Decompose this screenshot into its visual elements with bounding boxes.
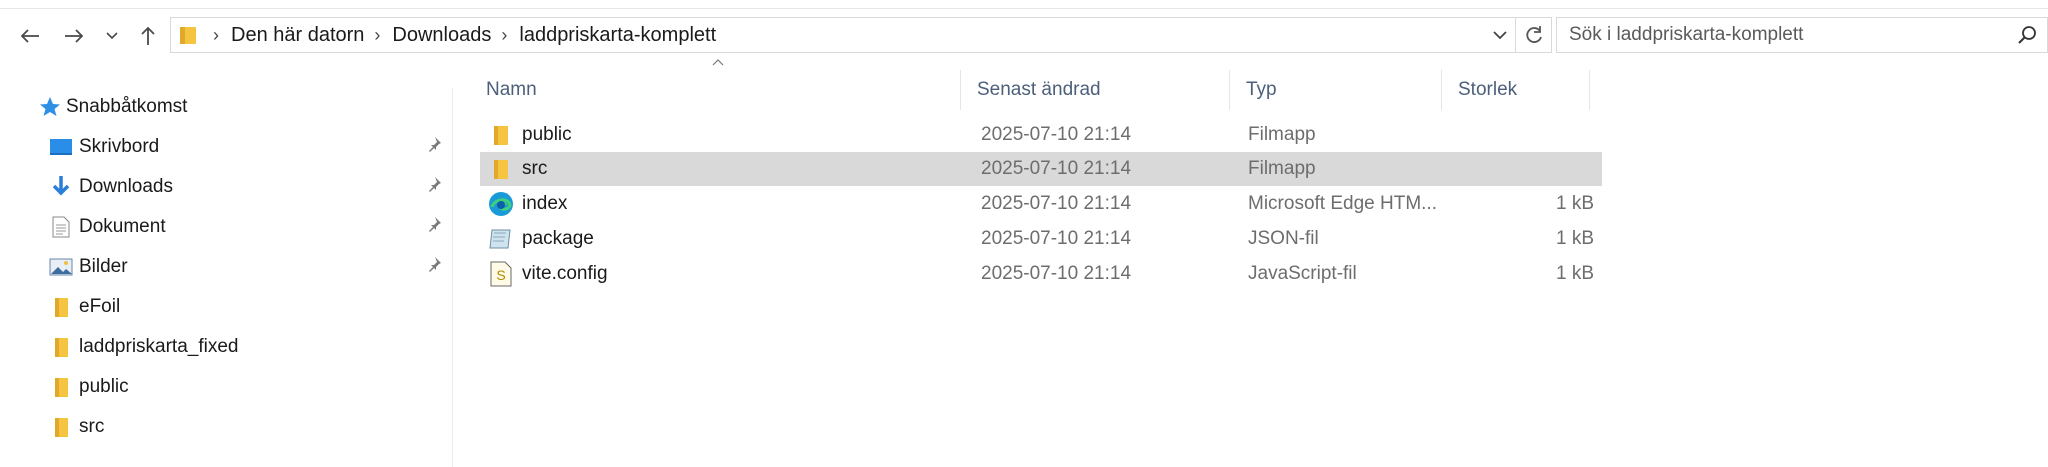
file-date: 2025-07-10 21:14	[981, 124, 1132, 145]
folder-icon	[488, 122, 514, 148]
file-row[interactable]: src 2025-07-10 21:14 Filmapp	[480, 152, 1602, 186]
pictures-icon	[49, 255, 73, 279]
file-name: vite.config	[522, 263, 608, 284]
folder-icon	[180, 27, 196, 44]
breadcrumb-item[interactable]: laddpriskarta-komplett	[519, 24, 716, 47]
chevron-down-icon	[1493, 30, 1507, 39]
sidebar-item-label: Skrivbord	[79, 136, 160, 157]
arrow-up-icon	[141, 26, 155, 45]
file-type: Filmapp	[1248, 158, 1316, 179]
file-type: Filmapp	[1248, 124, 1316, 145]
column-header-type[interactable]: Typ	[1230, 70, 1442, 110]
chevron-right-icon: ›	[501, 24, 508, 45]
search-box[interactable]	[1556, 17, 2048, 53]
column-headers: Namn Senast ändrad Typ Storlek	[470, 59, 1602, 110]
folder-icon	[49, 295, 73, 319]
edge-icon	[488, 191, 514, 217]
file-name: index	[522, 193, 568, 214]
file-name: package	[522, 228, 594, 249]
desktop-icon	[49, 135, 73, 159]
address-dropdown-button[interactable]	[1485, 30, 1515, 40]
window-top-border	[0, 0, 2048, 9]
sidebar-item-label: Snabbåtkomst	[66, 96, 188, 117]
column-header-label: Senast ändrad	[977, 79, 1101, 100]
refresh-icon	[1525, 26, 1542, 43]
up-button[interactable]	[134, 20, 162, 52]
address-bar[interactable]: › Den här datorn › Downloads › laddprisk…	[170, 17, 1516, 53]
forward-button[interactable]	[58, 20, 90, 52]
file-date: 2025-07-10 21:14	[981, 263, 1132, 284]
sidebar-item-label: eFoil	[79, 296, 121, 317]
sidebar-item-src[interactable]: src	[0, 408, 452, 446]
pin-icon[interactable]	[426, 216, 442, 238]
search-input[interactable]	[1557, 17, 2007, 53]
sidebar-item-desktop[interactable]: Skrivbord	[0, 128, 452, 166]
folder-icon	[49, 415, 73, 439]
document-icon	[49, 215, 73, 239]
file-row[interactable]: S vite.config 2025-07-10 21:14 JavaScrip…	[480, 257, 1602, 291]
back-button[interactable]	[14, 20, 46, 52]
sidebar-item-downloads[interactable]: Downloads	[0, 168, 452, 206]
column-header-label: Storlek	[1458, 79, 1518, 100]
file-size: 1 kB	[1555, 228, 1594, 249]
sidebar-item-documents[interactable]: Dokument	[0, 208, 452, 246]
file-size: 1 kB	[1555, 193, 1594, 214]
chevron-down-icon	[106, 32, 118, 40]
column-header-date[interactable]: Senast ändrad	[961, 70, 1230, 110]
arrow-right-icon	[65, 29, 84, 43]
chevron-right-icon: ›	[213, 24, 219, 45]
sidebar-item-label: Dokument	[79, 216, 166, 237]
breadcrumb-item[interactable]: Downloads	[392, 24, 491, 47]
sidebar-item-laddpriskarta-fixed[interactable]: laddpriskarta_fixed	[0, 328, 452, 366]
refresh-button[interactable]	[1516, 17, 1552, 53]
pin-icon[interactable]	[426, 176, 442, 198]
arrow-left-icon	[20, 29, 39, 43]
sidebar-item-efoil[interactable]: eFoil	[0, 288, 452, 326]
file-row[interactable]: package 2025-07-10 21:14 JSON-fil 1 kB	[480, 222, 1602, 256]
sort-ascending-icon	[712, 59, 724, 66]
sidebar-item-label: Bilder	[79, 256, 128, 277]
sidebar-item-quick-access[interactable]: Snabbåtkomst	[0, 88, 452, 126]
navigation-bar: › Den här datorn › Downloads › laddprisk…	[0, 14, 2048, 58]
column-header-size[interactable]: Storlek	[1442, 70, 1590, 110]
file-name: public	[522, 124, 572, 145]
file-row[interactable]: index 2025-07-10 21:14 Microsoft Edge HT…	[480, 187, 1602, 221]
file-type: Microsoft Edge HTM...	[1248, 193, 1437, 214]
file-type: JavaScript-fil	[1248, 263, 1357, 284]
js-file-icon: S	[488, 261, 514, 287]
file-date: 2025-07-10 21:14	[981, 228, 1132, 249]
search-icon	[2007, 25, 2047, 45]
file-type: JSON-fil	[1248, 228, 1319, 249]
sidebar-item-label: laddpriskarta_fixed	[79, 336, 239, 357]
pin-icon[interactable]	[426, 136, 442, 158]
file-row[interactable]: public 2025-07-10 21:14 Filmapp	[480, 118, 1602, 152]
sidebar-item-label: public	[79, 376, 129, 397]
sidebar-item-public[interactable]: public	[0, 368, 452, 406]
folder-icon	[49, 375, 73, 399]
sidebar-item-label: src	[79, 416, 105, 437]
download-icon	[49, 175, 73, 199]
file-date: 2025-07-10 21:14	[981, 158, 1132, 179]
sidebar-item-pictures[interactable]: Bilder	[0, 248, 452, 286]
file-size: 1 kB	[1555, 263, 1594, 284]
folder-icon	[49, 335, 73, 359]
svg-text:S: S	[496, 267, 505, 283]
folder-icon	[488, 156, 514, 182]
column-header-name[interactable]: Namn	[470, 70, 961, 110]
file-name: src	[522, 158, 548, 179]
file-date: 2025-07-10 21:14	[981, 193, 1132, 214]
sidebar-item-label: Downloads	[79, 176, 173, 197]
chevron-right-icon: ›	[374, 24, 381, 45]
breadcrumb: › Den här datorn › Downloads › laddprisk…	[171, 18, 716, 52]
file-list: Namn Senast ändrad Typ Storlek public 20…	[470, 59, 2048, 467]
pin-icon[interactable]	[426, 256, 442, 278]
navigation-pane: Snabbåtkomst Skrivbord Downloads Dokumen…	[0, 88, 453, 467]
json-file-icon	[488, 226, 514, 252]
recent-locations-button[interactable]	[102, 20, 122, 52]
column-header-label: Typ	[1246, 79, 1277, 100]
column-header-label: Namn	[486, 79, 537, 100]
star-icon	[38, 95, 62, 119]
breadcrumb-item[interactable]: Den här datorn	[231, 24, 364, 47]
